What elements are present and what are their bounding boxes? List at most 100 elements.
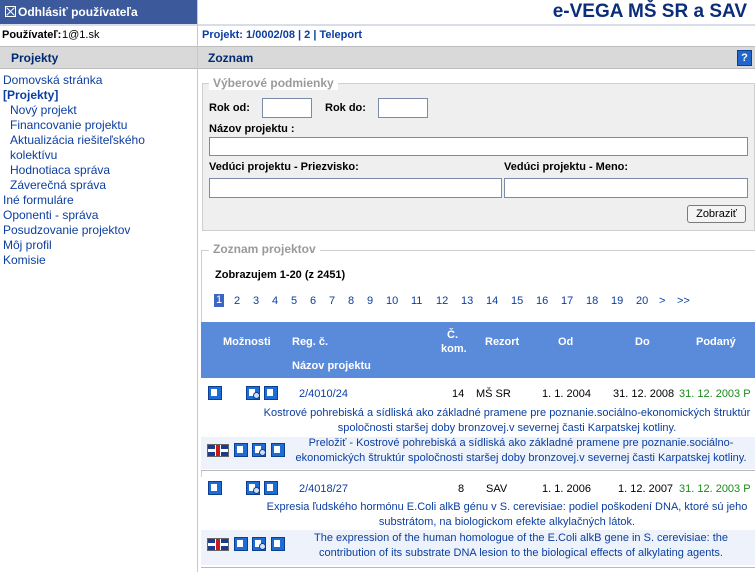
row-kom: 14: [452, 388, 465, 400]
col-rezort: Rezort: [485, 336, 520, 348]
view-icon[interactable]: [246, 481, 260, 495]
sidebar-item-team-update[interactable]: Aktualizácia riešiteľského: [10, 133, 145, 147]
page-13[interactable]: 13: [461, 295, 473, 307]
edit-icon[interactable]: [234, 443, 248, 457]
page-15[interactable]: 15: [511, 295, 523, 307]
view-icon[interactable]: [246, 386, 260, 400]
page-last[interactable]: >>: [677, 295, 690, 307]
row-podany: 31. 12. 2003 P: [679, 483, 751, 495]
row-title-en[interactable]: Preložiť - Kostrové pohrebiská a sídlisk…: [290, 436, 752, 466]
page-14[interactable]: 14: [486, 295, 498, 307]
row-reg[interactable]: 2/4018/27: [299, 483, 348, 495]
row-do: 31. 12. 2008: [613, 388, 675, 400]
sidebar-item-other-forms[interactable]: Iné formuláre: [3, 193, 74, 207]
sidebar-item-financing[interactable]: Financovanie projektu: [10, 118, 127, 132]
row-od: 1. 1. 2006: [542, 483, 591, 495]
project-info: Projekt: 1/0002/08 | 2 | Teleport: [198, 26, 755, 45]
sidebar-title-bar: Projekty: [0, 46, 197, 69]
col-name: Názov projektu: [292, 360, 371, 372]
edit-icon[interactable]: [234, 537, 248, 551]
row-do: 1. 12. 2007: [618, 483, 674, 495]
page-7[interactable]: 7: [329, 295, 335, 307]
row-rezort: SAV: [486, 483, 508, 495]
logout-button[interactable]: Odhlásiť používateľa: [0, 0, 197, 24]
page-16[interactable]: 16: [536, 295, 548, 307]
sidebar-item-final-report[interactable]: Záverečná správa: [10, 178, 106, 192]
page-next[interactable]: >: [659, 295, 665, 307]
sidebar-item-reviews[interactable]: Posudzovanie projektov: [3, 223, 130, 237]
view-icon[interactable]: [252, 443, 266, 457]
close-icon: [5, 6, 16, 17]
row-title-sk[interactable]: Expresia ľudského hormónu E.Coli alkB gé…: [262, 500, 752, 530]
project-label: Projekt: 1/0002/08 | 2 | Teleport: [202, 29, 363, 41]
page-2[interactable]: 2: [234, 295, 240, 307]
document-icon[interactable]: [271, 537, 285, 551]
page-5[interactable]: 5: [291, 295, 297, 307]
filter-legend: Výberové podmienky: [209, 76, 338, 90]
user-info: Používateľ: 1@1.sk: [0, 26, 197, 45]
page-18[interactable]: 18: [586, 295, 598, 307]
page-12[interactable]: 12: [436, 295, 448, 307]
page-9[interactable]: 9: [367, 295, 373, 307]
col-options: Možnosti: [223, 336, 271, 348]
edit-icon[interactable]: [208, 386, 222, 400]
row-od: 1. 1. 2004: [542, 388, 591, 400]
sidebar-title: Projekty: [11, 51, 59, 65]
row-reg[interactable]: 2/4010/24: [299, 388, 348, 400]
page-11[interactable]: 11: [411, 295, 422, 307]
col-od: Od: [558, 336, 574, 348]
row-separator: [201, 567, 755, 568]
document-icon[interactable]: [264, 481, 278, 495]
row-rezort: MŠ SR: [476, 388, 511, 400]
sidebar-item-profile[interactable]: Môj profil: [3, 238, 52, 252]
brand-title: e-VEGA MŠ SR a SAV: [552, 1, 747, 22]
row-kom: 8: [458, 483, 465, 495]
page-1[interactable]: 1: [214, 294, 225, 307]
user-label: Používateľ:: [2, 29, 62, 41]
project-name-input[interactable]: [209, 137, 748, 156]
page-6[interactable]: 6: [310, 295, 316, 307]
document-icon[interactable]: [271, 443, 285, 457]
show-button[interactable]: Zobraziť: [687, 205, 746, 223]
page-17[interactable]: 17: [561, 295, 573, 307]
row-podany: 31. 12. 2003 P: [679, 388, 751, 400]
page-10[interactable]: 10: [386, 295, 398, 307]
year-to-input[interactable]: [378, 98, 428, 118]
user-value: 1@1.sk: [62, 29, 100, 41]
page-3[interactable]: 3: [253, 295, 259, 307]
help-icon[interactable]: ?: [737, 50, 752, 66]
uk-flag-icon[interactable]: [207, 444, 229, 457]
edit-icon[interactable]: [208, 481, 222, 495]
view-icon[interactable]: [252, 537, 266, 551]
sidebar-item-commissions[interactable]: Komisie: [3, 253, 46, 267]
table-header: Možnosti Reg. č. Názov projektu Č. kom. …: [201, 322, 755, 378]
sidebar-item-opponents[interactable]: Oponenti - správa: [3, 208, 98, 222]
list-legend: Zoznam projektov: [209, 242, 320, 256]
sidebar-item-projects[interactable]: [Projekty]: [3, 88, 58, 102]
sidebar-item-evaluation[interactable]: Hodnotiaca správa: [10, 163, 110, 177]
row-title-sk[interactable]: Kostrové pohrebiská a sídliská ako zákla…: [262, 406, 752, 436]
sidebar-item-new-project[interactable]: Nový projekt: [10, 103, 77, 117]
page-19[interactable]: 19: [611, 295, 623, 307]
lead-surname-input[interactable]: [209, 178, 502, 198]
column-divider: [197, 0, 198, 572]
lead-name-input[interactable]: [504, 178, 748, 198]
col-do: Do: [635, 336, 650, 348]
document-icon[interactable]: [264, 386, 278, 400]
page-title: Zoznam: [208, 51, 254, 65]
page-8[interactable]: 8: [348, 295, 354, 307]
row-title-en[interactable]: The expression of the human homologue of…: [290, 531, 752, 561]
col-podany: Podaný: [696, 336, 736, 348]
project-name-label: Názov projektu :: [209, 123, 295, 135]
sidebar-item-team-update-2[interactable]: kolektívu: [10, 148, 57, 162]
col-kom-2: kom.: [441, 343, 467, 355]
page-4[interactable]: 4: [272, 295, 278, 307]
sidebar-item-home[interactable]: Domovská stránka: [3, 73, 102, 87]
year-from-input[interactable]: [262, 98, 312, 118]
uk-flag-icon[interactable]: [207, 538, 229, 551]
row-separator: [201, 470, 755, 471]
year-from-label: Rok od:: [209, 102, 250, 114]
project-link[interactable]: 1/0002/08 | 2 | Teleport: [246, 29, 362, 41]
page-20[interactable]: 20: [636, 295, 648, 307]
col-kom-1: Č.: [447, 329, 458, 341]
